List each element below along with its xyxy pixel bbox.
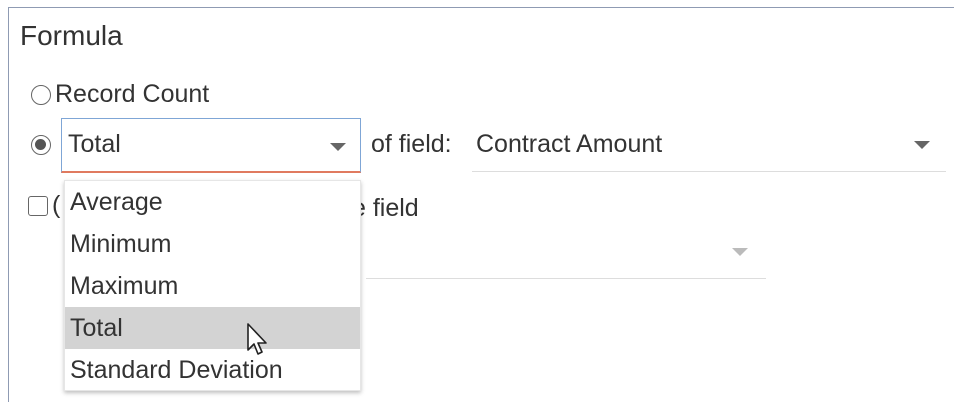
mouse-pointer-icon [247,323,267,355]
dropdown-option-total[interactable]: Total [65,307,360,349]
dropdown-option-maximum[interactable]: Maximum [65,265,360,307]
aggregate-option[interactable] [31,135,51,155]
record-count-label: Record Count [55,80,210,108]
field-select-value: Contract Amount [476,130,663,158]
of-field-label: of field: [371,130,452,158]
secondary-field-option[interactable]: ( [28,193,60,218]
secondary-field-label-left: ( [52,191,61,219]
secondary-field-select[interactable] [366,226,766,279]
record-count-radio[interactable] [31,84,51,105]
aggregate-select[interactable]: Total [61,118,361,173]
chevron-down-icon[interactable] [732,248,748,256]
record-count-option[interactable]: Record Count [31,82,209,107]
field-select[interactable]: Contract Amount [472,120,946,172]
aggregate-dropdown-list: Average Minimum Maximum Total Standard D… [64,180,361,391]
panel-title: Formula [20,20,123,51]
aggregate-radio[interactable] [31,135,51,155]
dropdown-option-average[interactable]: Average [65,181,360,223]
secondary-field-checkbox[interactable] [28,195,48,216]
dropdown-option-standard-deviation[interactable]: Standard Deviation [65,349,360,391]
secondary-field-label-right: e field [352,194,419,222]
dropdown-option-minimum[interactable]: Minimum [65,223,360,265]
chevron-down-icon[interactable] [330,143,346,151]
chevron-down-icon[interactable] [914,141,930,149]
aggregate-select-value: Total [68,130,121,158]
